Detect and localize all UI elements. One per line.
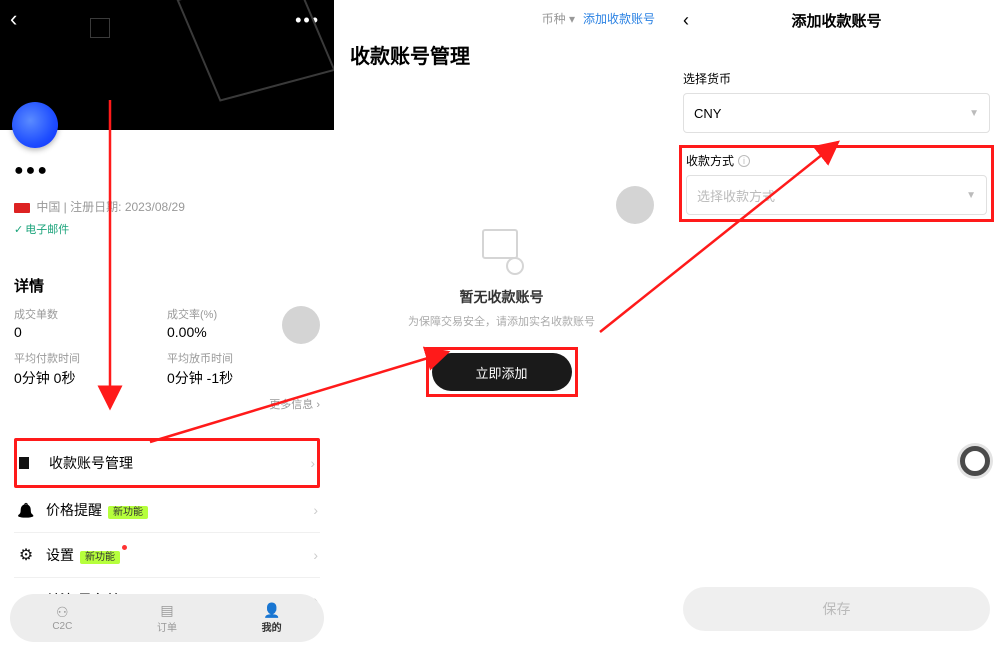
currency-section: 选择货币 CNY ▼ [683,70,990,133]
add-now-button[interactable]: 立即添加 [432,353,572,391]
empty-state: 暂无收款账号 为保障交易安全，请添加实名收款账号 立即添加 [334,229,669,397]
panel2-header: 币种 ▾ 添加收款账号 [334,0,669,30]
notification-dot-icon [122,545,127,550]
avg-pay-value: 0分钟 0秒 [14,368,167,388]
menu-settings-label: 设置新功能 [46,545,313,565]
menu-price-alert[interactable]: 价格提醒新功能 › [14,488,320,533]
method-section-highlight: 收款方式 i 选择收款方式 ▼ [679,145,994,222]
menu-settings[interactable]: 设置新功能 › [14,533,320,578]
stats-row1: 成交单数 0 成交率(%) 0.00% [14,306,320,340]
profile-body: ●●● 中国 | 注册日期: 2023/08/29 电子邮件 详情 成交单数 0… [0,130,334,650]
chevron-right-icon: › [313,547,318,563]
region-label: 中国 | 注册日期: [36,200,121,214]
empty-title: 暂无收款账号 [334,287,669,307]
new-badge: 新功能 [108,506,148,519]
bottom-nav: ⚇ C2C ▤ 订单 👤 我的 [10,594,324,642]
gear-icon [16,545,36,565]
menu-payment-accounts[interactable]: 收款账号管理 › [14,438,320,488]
payment-list-screen: 币种 ▾ 添加收款账号 收款账号管理 暂无收款账号 为保障交易安全，请添加实名收… [334,0,669,651]
bell-icon [16,500,36,520]
avg-release-value: 0分钟 -1秒 [167,368,320,388]
avg-pay-label: 平均付款时间 [14,350,167,366]
nav-c2c-label: C2C [52,621,72,632]
username: ●●● [14,162,320,180]
nav-mine-label: 我的 [262,619,282,634]
assist-dot-icon[interactable] [282,306,320,344]
currency-dropdown[interactable]: 币种 ▾ [542,10,575,27]
stats-row2: 平均付款时间 0分钟 0秒 平均放币时间 0分钟 -1秒 [14,350,320,388]
empty-subtitle: 为保障交易安全，请添加实名收款账号 [334,313,669,329]
orders-icon: ▤ [158,602,176,618]
method-placeholder: 选择收款方式 [697,186,775,205]
save-button[interactable]: 保存 [683,587,990,631]
assist-dot-icon[interactable] [616,186,654,224]
add-now-highlight: 立即添加 [426,347,578,397]
menu-payment-label: 收款账号管理 [49,453,310,473]
method-label: 收款方式 i [686,152,987,169]
trade-count-value: 0 [14,324,167,340]
flag-icon [14,203,30,213]
info-icon[interactable]: i [738,155,750,167]
add-account-link[interactable]: 添加收款账号 [583,10,655,27]
empty-search-icon [478,229,526,277]
register-date: 2023/08/29 [125,200,185,214]
users-icon: ⚇ [53,604,71,620]
panel2-title: 收款账号管理 [334,30,669,79]
user-meta: 中国 | 注册日期: 2023/08/29 [14,198,320,215]
nav-orders[interactable]: ▤ 订单 [157,602,177,634]
chevron-down-icon: ▼ [966,190,976,201]
chevron-right-icon: › [313,502,318,518]
profile-screen: ‹ ••• ●●● 中国 | 注册日期: 2023/08/29 电子邮件 详情 … [0,0,334,651]
nav-mine[interactable]: 👤 我的 [262,602,282,634]
new-badge: 新功能 [80,551,120,564]
currency-label: 选择货币 [683,70,990,87]
nav-orders-label: 订单 [157,619,177,634]
details-heading: 详情 [14,275,320,296]
method-select[interactable]: 选择收款方式 ▼ [686,175,987,215]
nav-c2c[interactable]: ⚇ C2C [52,604,72,632]
decor-square-icon [90,18,110,38]
add-account-screen: ‹ 添加收款账号 选择货币 CNY ▼ 收款方式 i 选择收款方式 ▼ 保存 [669,0,1004,651]
chevron-right-icon: › [310,455,315,471]
avg-release-label: 平均放币时间 [167,350,320,366]
chevron-down-icon: ▼ [969,108,979,119]
assist-ring-icon[interactable] [960,446,990,476]
panel3-title: 添加收款账号 [683,10,990,31]
currency-value: CNY [694,106,721,121]
user-icon: 👤 [263,602,281,618]
decor-hexagon-icon [176,0,334,102]
more-info-link[interactable]: 更多信息 › [14,396,320,412]
card-icon [19,453,39,473]
panel3-header: ‹ 添加收款账号 [669,0,1004,40]
trade-count-label: 成交单数 [14,306,167,322]
menu-price-alert-label: 价格提醒新功能 [46,500,313,520]
panel3-body: 选择货币 CNY ▼ 收款方式 i 选择收款方式 ▼ [669,40,1004,238]
email-verified-badge: 电子邮件 [14,221,320,237]
back-icon[interactable]: ‹ [10,6,17,32]
currency-select[interactable]: CNY ▼ [683,93,990,133]
